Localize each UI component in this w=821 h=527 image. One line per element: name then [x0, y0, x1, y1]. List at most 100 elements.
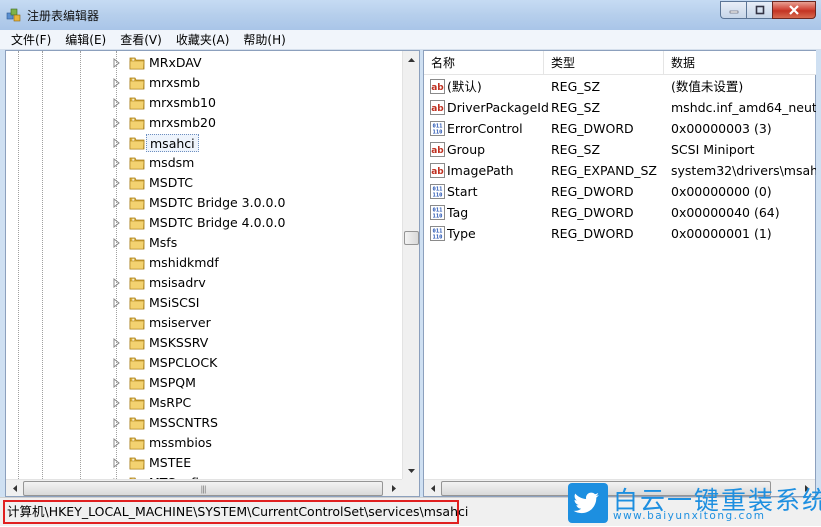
tree-item[interactable]: Msfs	[6, 233, 403, 253]
expand-arrow-icon[interactable]	[112, 178, 121, 188]
minimize-button[interactable]	[720, 1, 746, 19]
svg-text:110: 110	[433, 130, 443, 136]
tree-item-label: MSPQM	[149, 375, 196, 390]
menu-view[interactable]: 查看(V)	[113, 30, 169, 50]
expand-arrow-icon[interactable]	[112, 358, 121, 368]
expand-arrow-icon[interactable]	[112, 158, 121, 168]
tree-vertical-scrollbar[interactable]	[402, 51, 419, 479]
expand-arrow-icon[interactable]	[112, 58, 121, 68]
title-bar[interactable]: 注册表编辑器	[0, 0, 821, 30]
expand-arrow-icon[interactable]	[112, 378, 121, 388]
expand-arrow-icon[interactable]	[112, 438, 121, 448]
scroll-left-button[interactable]	[424, 480, 441, 497]
scroll-up-button[interactable]	[403, 51, 420, 68]
menu-edit[interactable]: 编辑(E)	[58, 30, 113, 50]
tree-item[interactable]: MSSCNTRS	[6, 413, 403, 433]
column-header-name[interactable]: 名称	[424, 51, 544, 75]
svg-text:110: 110	[433, 235, 443, 241]
scroll-down-button[interactable]	[403, 462, 420, 479]
tree-item[interactable]: MSTEE	[6, 453, 403, 473]
binary-value-icon: 011110	[430, 184, 445, 199]
tree-item[interactable]: MSDTC Bridge 4.0.0.0	[6, 213, 403, 233]
value-name: Tag	[447, 205, 469, 220]
tree-item-label: mrxsmb20	[149, 115, 216, 130]
value-row[interactable]: 011 110 Start REG_DWORD 0x00000000 (0)	[424, 181, 816, 202]
tree-item-label: msisadrv	[149, 275, 206, 290]
value-data: (数值未设置)	[671, 79, 744, 94]
value-name: Group	[447, 142, 486, 157]
tree-item[interactable]: MSKSSRV	[6, 333, 403, 353]
expand-arrow-icon[interactable]	[112, 238, 121, 248]
expand-arrow-icon[interactable]	[112, 278, 121, 288]
value-row[interactable]: ab ImagePath REG_EXPAND_SZ system32\drivers…	[424, 160, 816, 181]
expand-arrow-icon[interactable]	[112, 398, 121, 408]
value-data: SCSI Miniport	[671, 142, 755, 157]
menu-help[interactable]: 帮助(H)	[236, 30, 292, 50]
tree-item[interactable]: mrxsmb	[6, 73, 403, 93]
tree-item[interactable]: mrxsmb20	[6, 113, 403, 133]
tree-item-label: mssmbios	[149, 435, 212, 450]
value-name: Type	[447, 226, 476, 241]
tree-item[interactable]: MSDTC	[6, 173, 403, 193]
tree-horizontal-scroll-thumb[interactable]: |||	[23, 481, 383, 496]
watermark-url: www.baiyunxitong.com	[613, 510, 766, 522]
tree-vertical-scroll-thumb[interactable]	[404, 231, 419, 245]
tree-item[interactable]: msdsm	[6, 153, 403, 173]
tree-item-label: Msfs	[149, 235, 178, 250]
tree-item[interactable]: MsRPC	[6, 393, 403, 413]
tree-item[interactable]: MRxDAV	[6, 53, 403, 73]
tree-item-label: MSDTC Bridge 4.0.0.0	[149, 215, 286, 230]
expand-arrow-icon[interactable]	[112, 118, 121, 128]
scroll-left-button[interactable]	[6, 480, 23, 497]
tree-item[interactable]: MSPQM	[6, 373, 403, 393]
column-header-data[interactable]: 数据	[664, 51, 816, 75]
tree-item[interactable]: mssmbios	[6, 433, 403, 453]
folder-icon	[129, 137, 145, 150]
folder-icon	[129, 237, 145, 250]
tree-item-label: mrxsmb	[149, 75, 201, 90]
tree-item-label: mrxsmb10	[149, 95, 216, 110]
scroll-corner	[402, 479, 419, 496]
tree-item[interactable]: mrxsmb10	[6, 93, 403, 113]
expand-arrow-icon[interactable]	[112, 338, 121, 348]
column-header-type[interactable]: 类型	[544, 51, 664, 75]
maximize-button[interactable]	[746, 1, 772, 19]
expand-arrow-icon[interactable]	[112, 198, 121, 208]
folder-icon	[129, 277, 145, 290]
value-row[interactable]: 011 110 ErrorControl REG_DWORD 0x00000003 (3…	[424, 118, 816, 139]
value-list-panel: 名称 类型 数据 ab (默认) REG_SZ (数值未设置) ab DriverPack…	[423, 50, 816, 497]
value-data: 0x00000000 (0)	[671, 184, 772, 199]
expand-arrow-icon[interactable]	[112, 138, 121, 148]
value-row[interactable]: 011 110 Type REG_DWORD 0x00000001 (1)	[424, 223, 816, 244]
menu-favorites[interactable]: 收藏夹(A)	[169, 30, 237, 50]
value-row[interactable]: ab DriverPackageId REG_SZ mshdc.inf_amd64_n…	[424, 97, 816, 118]
tree-item[interactable]: msiserver	[6, 313, 403, 333]
menu-file[interactable]: 文件(F)	[4, 30, 58, 50]
value-row[interactable]: ab Group REG_SZ SCSI Miniport	[424, 139, 816, 160]
tree-item[interactable]: msisadrv	[6, 273, 403, 293]
tree-item[interactable]: MSPCLOCK	[6, 353, 403, 373]
tree-item-label: MSDTC	[149, 175, 193, 190]
expand-arrow-icon[interactable]	[112, 78, 121, 88]
folder-icon	[129, 257, 145, 270]
watermark: 白云一键重装系统 www.baiyunxitong.com	[566, 481, 821, 526]
tree-item[interactable]: MSiSCSI	[6, 293, 403, 313]
scroll-right-button[interactable]	[385, 480, 402, 497]
tree-item[interactable]: MSDTC Bridge 3.0.0.0	[6, 193, 403, 213]
tree-horizontal-scrollbar[interactable]: |||	[6, 479, 402, 496]
value-row[interactable]: 011 110 Tag REG_DWORD 0x00000040 (64)	[424, 202, 816, 223]
tree-item[interactable]: mshidkmdf	[6, 253, 403, 273]
value-type: REG_DWORD	[551, 205, 634, 220]
value-type: REG_EXPAND_SZ	[551, 163, 657, 178]
scroll-up-icon	[408, 57, 415, 62]
expand-arrow-icon[interactable]	[112, 298, 121, 308]
tree-item[interactable]: msahci	[6, 133, 403, 153]
value-row[interactable]: ab (默认) REG_SZ (数值未设置)	[424, 76, 816, 97]
expand-arrow-icon[interactable]	[112, 418, 121, 428]
expand-arrow-icon[interactable]	[112, 98, 121, 108]
svg-text:110: 110	[433, 193, 443, 199]
close-button[interactable]	[772, 1, 816, 19]
value-data: 0x00000001 (1)	[671, 226, 772, 241]
expand-arrow-icon[interactable]	[112, 218, 121, 228]
expand-arrow-icon[interactable]	[112, 458, 121, 468]
